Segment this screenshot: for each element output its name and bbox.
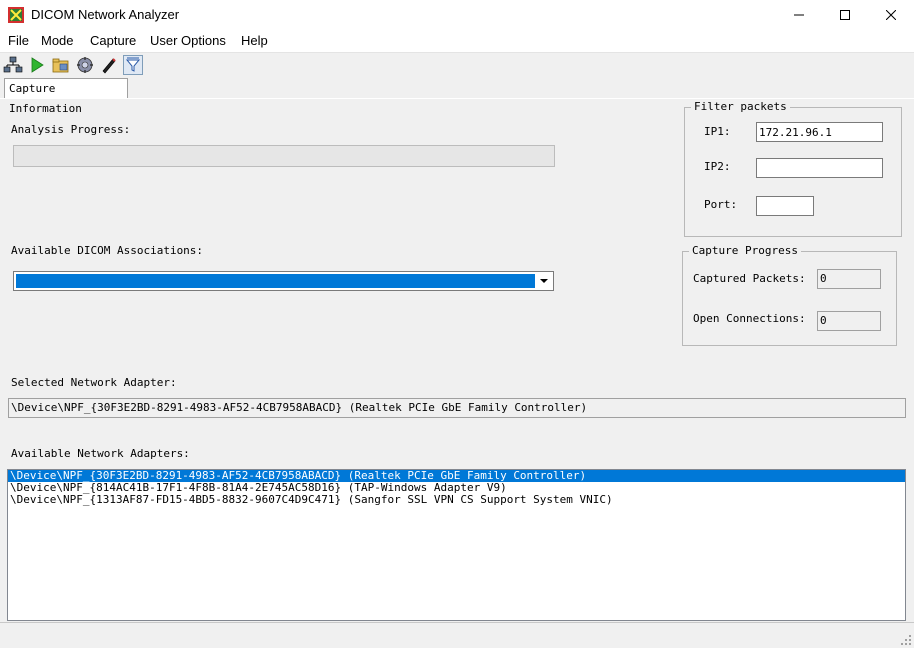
play-icon: [31, 57, 44, 73]
port-label: Port:: [704, 198, 738, 211]
open-connections-label: Open Connections:: [693, 312, 806, 325]
tab-capture-information[interactable]: Capture Information: [4, 78, 128, 115]
menu-file[interactable]: File: [8, 33, 29, 48]
menu-help[interactable]: Help: [241, 33, 268, 48]
adapter-button[interactable]: [3, 55, 23, 75]
settings-icon: [77, 57, 93, 73]
open-folder-icon: [52, 58, 69, 73]
minimize-icon: [794, 14, 804, 16]
start-capture-button[interactable]: [27, 55, 47, 75]
minimize-button[interactable]: [776, 0, 822, 31]
menu-capture[interactable]: Capture: [90, 33, 136, 48]
edit-button[interactable]: [99, 55, 119, 75]
settings-button[interactable]: [75, 55, 95, 75]
analysis-progress-bar: [13, 145, 555, 167]
ip1-field[interactable]: 172.21.96.1: [756, 122, 883, 142]
close-button[interactable]: [868, 0, 914, 31]
port-field[interactable]: [756, 196, 814, 216]
list-item[interactable]: \Device\NPF_{1313AF87-FD15-4BD5-8832-960…: [8, 494, 905, 506]
capture-progress-title: Capture Progress: [689, 244, 801, 257]
ip2-label: IP2:: [704, 160, 731, 173]
associations-selected-value: [16, 274, 535, 288]
menu-user-options[interactable]: User Options: [150, 33, 226, 48]
app-icon: [8, 7, 24, 23]
window-title: DICOM Network Analyzer: [31, 7, 180, 22]
tab-strip-line: [0, 98, 914, 99]
edit-icon: [102, 58, 116, 74]
filter-button[interactable]: [123, 55, 143, 75]
ip2-field[interactable]: [756, 158, 883, 178]
selected-adapter-label: Selected Network Adapter:: [11, 376, 177, 389]
captured-packets-label: Captured Packets:: [693, 272, 806, 285]
resize-grip-icon[interactable]: [900, 634, 912, 646]
open-file-button[interactable]: [51, 55, 71, 75]
maximize-button[interactable]: [822, 0, 868, 31]
ip1-label: IP1:: [704, 125, 731, 138]
associations-dropdown[interactable]: [13, 271, 554, 291]
close-icon: [885, 9, 897, 21]
status-bar: [0, 622, 914, 648]
maximize-icon: [840, 10, 850, 20]
filter-icon: [125, 57, 141, 72]
captured-packets-value: 0: [817, 269, 881, 289]
open-connections-value: 0: [817, 311, 881, 331]
available-adapters-label: Available Network Adapters:: [11, 447, 190, 460]
menu-mode[interactable]: Mode: [41, 33, 74, 48]
analysis-progress-label: Analysis Progress:: [11, 123, 131, 136]
title-bar: DICOM Network Analyzer: [0, 0, 914, 31]
chevron-down-icon: [540, 279, 548, 283]
dropdown-arrow-button[interactable]: [536, 273, 552, 289]
menu-bar: File Mode Capture User Options Help: [0, 31, 914, 53]
selected-adapter-field: \Device\NPF_{30F3E2BD-8291-4983-AF52-4CB…: [8, 398, 906, 418]
adapters-list[interactable]: \Device\NPF_{30F3E2BD-8291-4983-AF52-4CB…: [7, 469, 906, 621]
associations-label: Available DICOM Associations:: [11, 244, 204, 257]
toolbar: [0, 53, 914, 77]
capture-progress-group: Capture Progress: [682, 244, 897, 346]
filter-packets-title: Filter packets: [691, 100, 790, 113]
adapter-icon: [3, 56, 23, 73]
